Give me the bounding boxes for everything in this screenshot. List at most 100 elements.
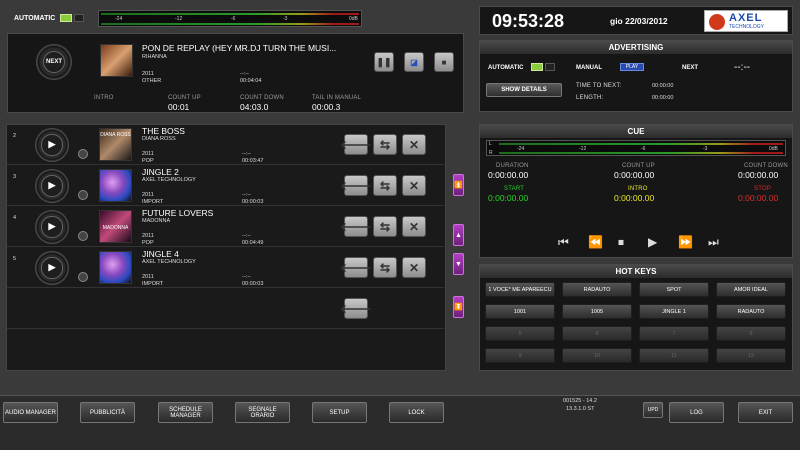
setup-button[interactable]: SETUP: [312, 402, 367, 423]
show-details-button[interactable]: SHOW DETAILS: [486, 83, 562, 97]
schedule-manager-button[interactable]: SCHEDULE MANAGER: [158, 402, 213, 423]
track-blank-time: --:--: [240, 71, 249, 77]
swap-button[interactable]: ⇆: [373, 216, 397, 237]
hotkey-button[interactable]: RADAUTO: [716, 304, 786, 319]
meter-tick: -3: [283, 16, 288, 22]
hotkey-button[interactable]: 6: [562, 326, 632, 341]
segnale-orario-button[interactable]: SEGNALE ORARIO: [235, 402, 290, 423]
cue-intro-label: INTRO: [628, 186, 648, 192]
cue-count-down-value: 0:00:00.00: [738, 170, 779, 180]
rewind-icon[interactable]: ⏪: [588, 235, 603, 249]
playlist-row[interactable]: 5 ▶ JINGLE 4 AXEL TECHNOLOGY 2011 IMPORT…: [7, 248, 444, 288]
intro-label: INTRO: [94, 95, 114, 101]
move-left-button[interactable]: 🡐: [340, 216, 372, 237]
hotkey-button[interactable]: 7: [639, 326, 709, 341]
play-button[interactable]: ▶: [35, 128, 69, 162]
adv-automatic-toggle[interactable]: [531, 63, 543, 71]
gear-icon[interactable]: [78, 190, 88, 200]
adv-next-label: NEXT: [682, 65, 699, 71]
move-left-button[interactable]: 🡐: [340, 134, 372, 155]
log-button[interactable]: LOG: [669, 402, 724, 423]
swap-button[interactable]: ⇆: [373, 257, 397, 278]
pubblicita-button[interactable]: PUBBLICITÀ: [80, 402, 135, 423]
play-button[interactable]: ▶: [35, 210, 69, 244]
row-category: IMPORT: [142, 281, 164, 287]
cue-stop-value: 0:00:00.00: [738, 193, 779, 203]
audio-manager-button[interactable]: AUDIO MANAGER: [3, 402, 58, 423]
hotkey-button[interactable]: 10: [562, 348, 632, 363]
playlist-row-empty[interactable]: 🡐: [7, 289, 444, 329]
hotkey-button[interactable]: 12: [716, 348, 786, 363]
adv-next-value: --:--: [734, 62, 751, 73]
remove-button[interactable]: ✕: [402, 175, 426, 196]
row-duration: 00:04:49: [242, 240, 264, 246]
row-number: 3: [13, 174, 17, 180]
hotkey-button[interactable]: 9: [485, 348, 555, 363]
move-left-button[interactable]: 🡐: [340, 257, 372, 278]
play-button[interactable]: ▶: [35, 169, 69, 203]
time-to-next-label: TIME TO NEXT:: [576, 83, 622, 89]
hotkey-button[interactable]: JINGLE 1: [639, 304, 709, 319]
hotkey-button[interactable]: 1001: [485, 304, 555, 319]
scroll-bottom-button[interactable]: ⏬: [453, 296, 464, 318]
cue-stop-icon[interactable]: ⏹: [618, 235, 624, 250]
skip-start-icon[interactable]: ⏮: [558, 235, 569, 250]
tail-value: 00:00.3: [312, 102, 341, 112]
move-left-button[interactable]: 🡐: [340, 298, 372, 319]
hotkey-button[interactable]: 1005: [562, 304, 632, 319]
play-button[interactable]: ▶: [35, 251, 69, 285]
hotkey-button[interactable]: 8: [716, 326, 786, 341]
hotkey-button[interactable]: AMOR IDEAL: [716, 282, 786, 297]
stop-button[interactable]: ■: [434, 52, 454, 72]
jingle-cover-icon: [99, 251, 132, 284]
hotkey-button[interactable]: 5: [485, 326, 555, 341]
automatic-toggle[interactable]: [60, 14, 72, 22]
gear-icon[interactable]: [78, 149, 88, 159]
move-left-button[interactable]: 🡐: [340, 175, 372, 196]
row-year: 2011: [142, 192, 154, 198]
pause-button[interactable]: ❚❚: [374, 52, 394, 72]
scroll-top-button[interactable]: ⏫: [453, 174, 464, 196]
hotkey-button[interactable]: SPOT: [639, 282, 709, 297]
gear-icon[interactable]: [78, 231, 88, 241]
hotkey-button[interactable]: 1 VOCE* ME APAREECU: [485, 282, 555, 297]
cue-intro-value: 0:00:00.00: [614, 193, 655, 203]
remove-button[interactable]: ✕: [402, 257, 426, 278]
adv-automatic-toggle-off[interactable]: [545, 63, 555, 71]
cue-duration-label: DURATION: [496, 163, 529, 169]
lock-button[interactable]: LOCK: [389, 402, 444, 423]
version-line-2: 13.3.1.0 ST: [566, 406, 595, 412]
skip-end-icon[interactable]: ⏭: [708, 235, 719, 250]
scroll-up-button[interactable]: ▲: [453, 224, 464, 246]
remove-button[interactable]: ✕: [402, 216, 426, 237]
cue-count-up-value: 0:00:00.00: [614, 170, 655, 180]
crossfade-button[interactable]: ◪: [404, 52, 424, 72]
meter-tick: -12: [579, 146, 587, 152]
hotkey-button[interactable]: 11: [639, 348, 709, 363]
cue-start-label: START: [504, 186, 525, 192]
playlist-row[interactable]: 4 ▶ MADONNA FUTURE LOVERS MADONNA 2011 P…: [7, 207, 444, 247]
scroll-down-button[interactable]: ▼: [453, 253, 464, 275]
remove-button[interactable]: ✕: [402, 134, 426, 155]
next-button[interactable]: NEXT: [36, 44, 72, 80]
row-blank-time: --:--: [242, 274, 251, 280]
automatic-toggle-off[interactable]: [74, 14, 84, 22]
gear-icon[interactable]: [78, 272, 88, 282]
hotkey-button[interactable]: RADAUTO: [562, 282, 632, 297]
swap-button[interactable]: ⇆: [373, 134, 397, 155]
swap-button[interactable]: ⇆: [373, 175, 397, 196]
playlist-row[interactable]: 3 ▶ JINGLE 2 AXEL TECHNOLOGY 2011 IMPORT…: [7, 166, 444, 206]
exit-button[interactable]: EXIT: [738, 402, 793, 423]
channel-l: L: [489, 141, 492, 147]
adv-play-button[interactable]: PLAY: [620, 63, 644, 71]
next-label: NEXT: [42, 50, 66, 74]
row-category: POP: [142, 240, 154, 246]
row-artist: MADONNA: [142, 218, 171, 224]
hotkeys-title: HOT KEYS: [480, 265, 792, 278]
track-artist: RIHANNA: [142, 54, 167, 60]
fast-forward-icon[interactable]: ⏩: [678, 235, 693, 249]
playlist-row[interactable]: 2 ▶ DIANA ROSS THE BOSS DIANA ROSS 2011 …: [7, 125, 444, 165]
length-value: 00:00:00: [652, 95, 674, 101]
cue-play-icon[interactable]: ▶: [648, 235, 657, 249]
upd-button[interactable]: UPD: [643, 402, 663, 418]
